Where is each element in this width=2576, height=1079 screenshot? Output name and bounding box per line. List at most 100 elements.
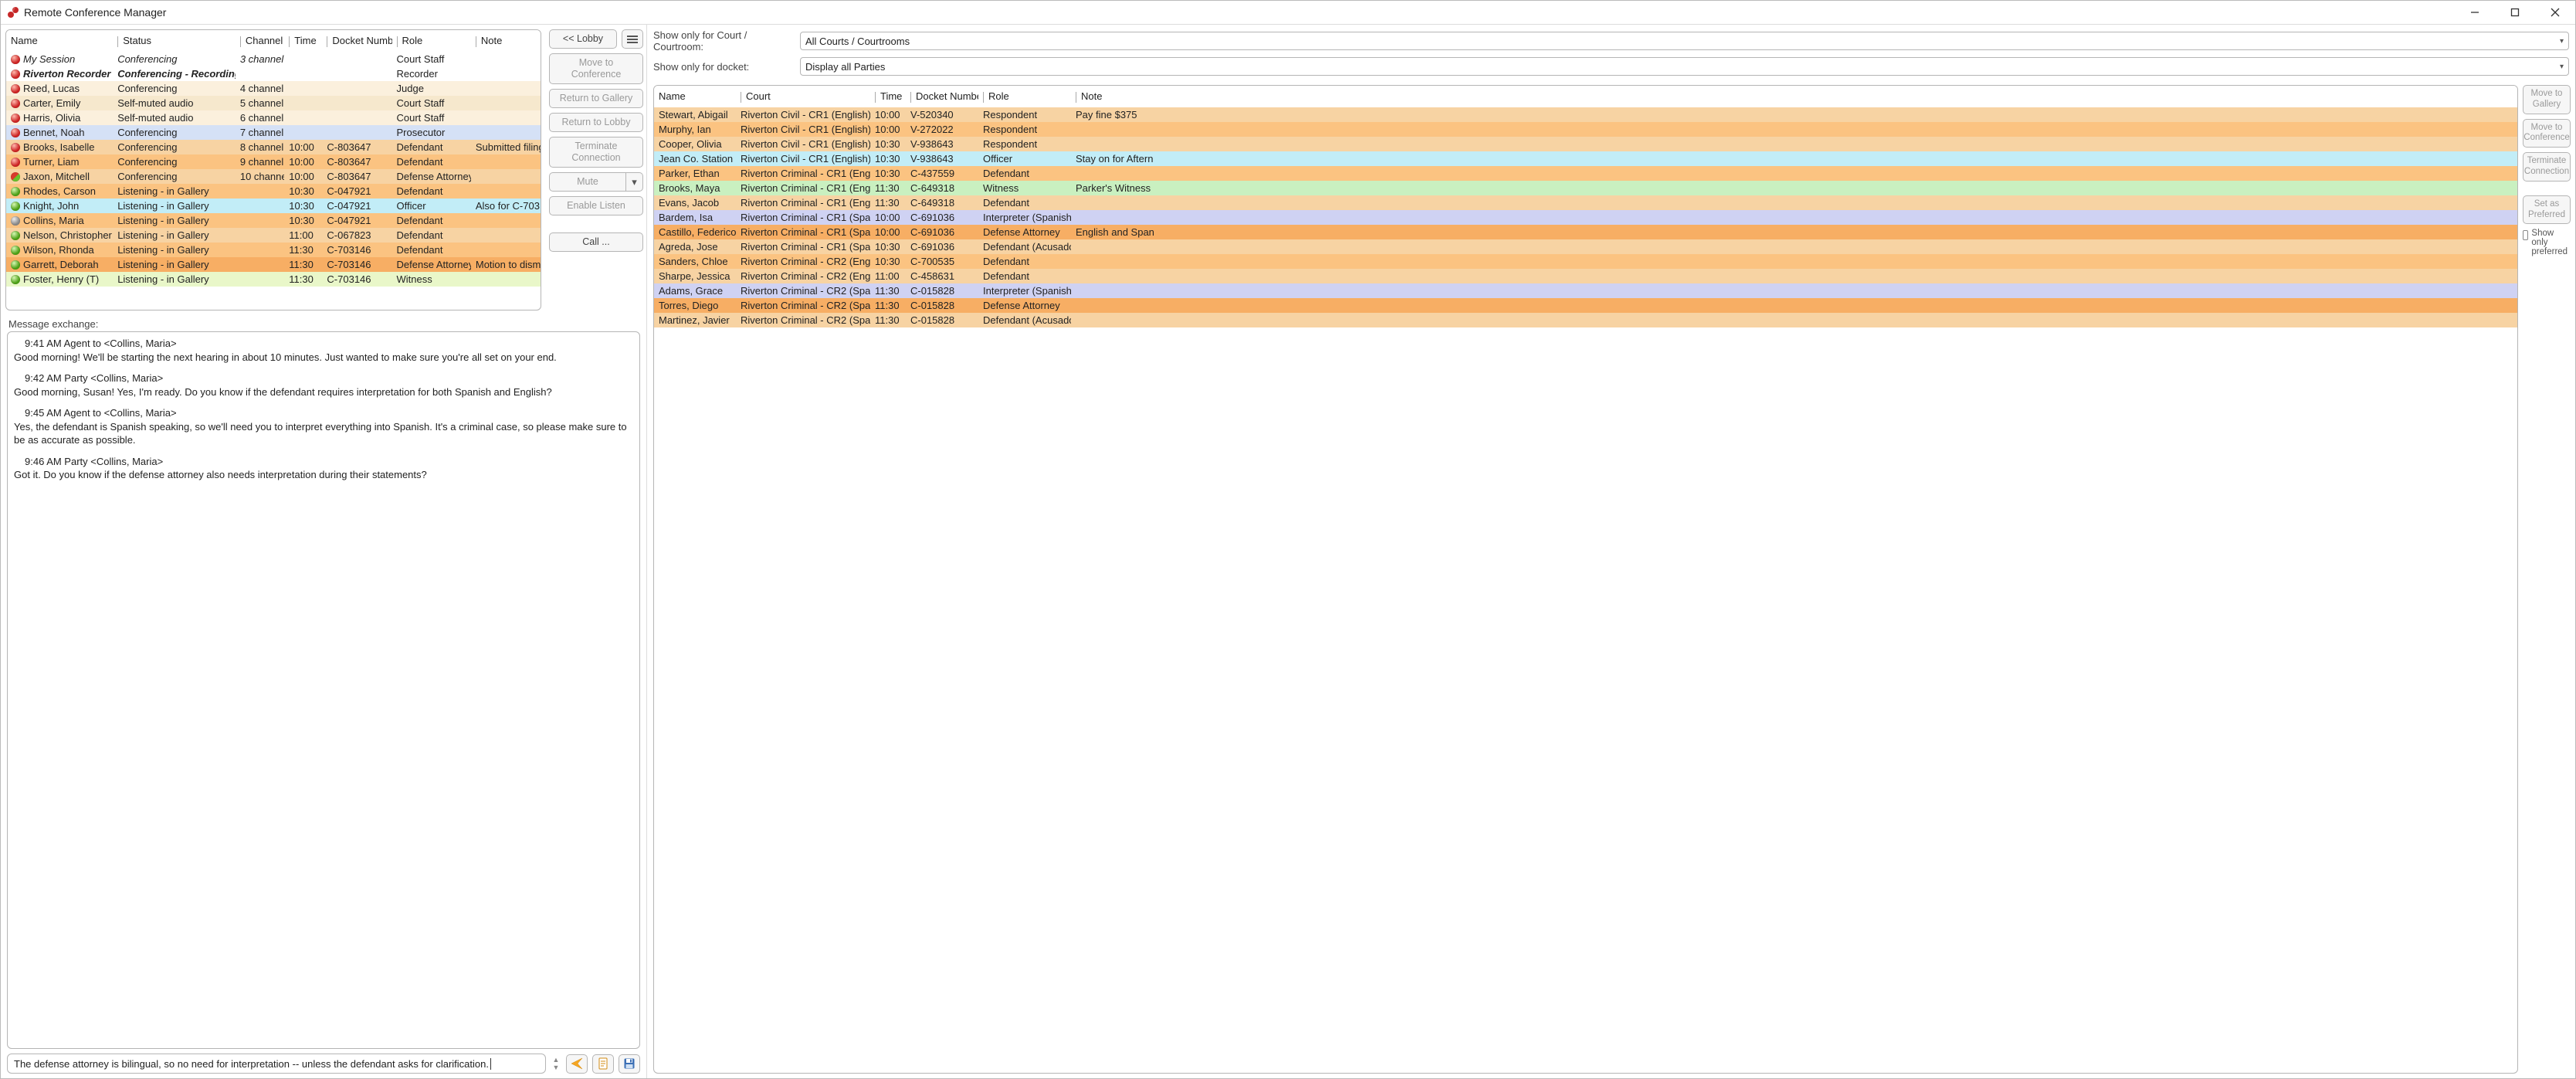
participants-panel: NameStatusChannelTimeDocket NumberRoleNo… — [5, 29, 541, 310]
message-history-stepper[interactable]: ▲ ▼ — [551, 1056, 561, 1071]
table-row[interactable]: Murphy, IanRiverton Civil - CR1 (English… — [654, 122, 2517, 137]
table-row[interactable]: Sharpe, JessicaRiverton Criminal - CR2 (… — [654, 269, 2517, 283]
table-row[interactable]: Jean Co. Station 6Riverton Civil - CR1 (… — [654, 151, 2517, 166]
col-header[interactable]: Court — [736, 86, 870, 107]
table-row[interactable]: Parker, EthanRiverton Criminal - CR1 (En… — [654, 166, 2517, 181]
window-close-button[interactable] — [2541, 4, 2569, 21]
table-row[interactable]: Wilson, RhondaListening - in Gallery11:3… — [6, 243, 541, 257]
mute-split-button[interactable]: Mute ▾ — [549, 172, 643, 192]
status-dot-icon — [11, 143, 20, 152]
table-row[interactable]: Evans, JacobRiverton Criminal - CR1 (Eng… — [654, 195, 2517, 210]
table-row[interactable]: Garrett, DeborahListening - in Gallery11… — [6, 257, 541, 272]
table-row[interactable]: My SessionConferencing3 channelCourt Sta… — [6, 52, 541, 66]
table-row[interactable]: Reed, LucasConferencing4 channelJudge — [6, 81, 541, 96]
col-header[interactable]: Status — [113, 30, 236, 52]
status-dot-icon — [11, 231, 20, 240]
stepper-up-icon[interactable]: ▲ — [551, 1056, 561, 1064]
status-dot-icon — [11, 260, 20, 270]
table-row[interactable]: Knight, JohnListening - in Gallery10:30C… — [6, 198, 541, 213]
table-row[interactable]: Bennet, NoahConferencing7 channelProsecu… — [6, 125, 541, 140]
col-header[interactable]: Note — [471, 30, 541, 52]
table-row[interactable]: Jaxon, MitchellConferencing10 channel10:… — [6, 169, 541, 184]
set-as-preferred-button[interactable]: Set as Preferred — [2523, 195, 2571, 225]
message-draft-text: The defense attorney is bilingual, so no… — [14, 1058, 489, 1070]
show-only-preferred-label: Show only preferred — [2531, 229, 2571, 256]
col-header[interactable]: Name — [6, 30, 113, 52]
table-row[interactable]: Nelson, ChristopherListening - in Galler… — [6, 228, 541, 243]
col-header[interactable]: Time — [284, 30, 322, 52]
col-header[interactable]: Role — [392, 30, 471, 52]
table-row[interactable]: Adams, GraceRiverton Criminal - CR2 (Spa… — [654, 283, 2517, 298]
send-message-button[interactable] — [566, 1054, 588, 1074]
table-row[interactable]: Castillo, FedericoRiverton Criminal - CR… — [654, 225, 2517, 239]
message-template-button[interactable] — [592, 1054, 614, 1074]
participants-table[interactable]: NameStatusChannelTimeDocket NumberRoleNo… — [6, 30, 541, 287]
table-row[interactable]: Harris, OliviaSelf-muted audio6 channelC… — [6, 110, 541, 125]
table-row[interactable]: Stewart, AbigailRiverton Civil - CR1 (En… — [654, 107, 2517, 122]
col-header[interactable]: Note — [1071, 86, 2517, 107]
table-row[interactable]: Sanders, ChloeRiverton Criminal - CR2 (E… — [654, 254, 2517, 269]
table-row[interactable]: Bardem, IsaRiverton Criminal - CR1 (Span… — [654, 210, 2517, 225]
col-header[interactable]: Docket Number — [906, 86, 978, 107]
lobby-button[interactable]: << Lobby — [549, 29, 617, 49]
move-to-conference-button-right[interactable]: Move to Conference — [2523, 119, 2571, 148]
hamburger-menu-button[interactable] — [622, 29, 643, 49]
message-exchange-panel: Message exchange: 9:41 AM Agent to <Coll… — [1, 315, 646, 1078]
table-row[interactable]: Agreda, JoseRiverton Criminal - CR1 (Spa… — [654, 239, 2517, 254]
table-row[interactable]: Foster, Henry (T)Listening - in Gallery1… — [6, 272, 541, 287]
terminate-connection-button-right[interactable]: Terminate Connection — [2523, 152, 2571, 182]
send-icon — [571, 1057, 583, 1070]
message-entry: 9:45 AM Agent to <Collins, Maria>Yes, th… — [14, 406, 633, 447]
table-row[interactable]: Carter, EmilySelf-muted audio5 channelCo… — [6, 96, 541, 110]
window-maximize-button[interactable] — [2501, 4, 2529, 21]
status-dot-icon — [11, 114, 20, 123]
parties-table[interactable]: NameCourtTimeDocket NumberRoleNote Stewa… — [654, 86, 2517, 327]
move-to-gallery-button[interactable]: Move to Gallery — [2523, 85, 2571, 114]
text-cursor — [490, 1058, 491, 1070]
status-dot-icon — [11, 172, 20, 182]
message-entry: 9:42 AM Party <Collins, Maria>Good morni… — [14, 372, 633, 399]
message-save-button[interactable] — [619, 1054, 640, 1074]
table-row[interactable]: Brooks, MayaRiverton Criminal - CR1 (Eng… — [654, 181, 2517, 195]
enable-listen-button[interactable]: Enable Listen — [549, 196, 643, 215]
status-dot-icon — [11, 275, 20, 284]
col-header[interactable]: Channel — [236, 30, 284, 52]
table-row[interactable]: Cooper, OliviaRiverton Civil - CR1 (Engl… — [654, 137, 2517, 151]
window-minimize-button[interactable] — [2461, 4, 2489, 21]
mute-button[interactable]: Mute — [549, 172, 626, 192]
table-row[interactable]: Turner, LiamConferencing9 channel10:00C-… — [6, 154, 541, 169]
participant-actions-panel: << Lobby Move to Conference Return to Ga… — [546, 25, 646, 315]
table-row[interactable]: Riverton Recorder 1Conferencing - Record… — [6, 66, 541, 81]
status-dot-icon — [11, 216, 20, 226]
table-row[interactable]: Collins, MariaListening - in Gallery10:3… — [6, 213, 541, 228]
stepper-down-icon[interactable]: ▼ — [551, 1064, 561, 1071]
table-row[interactable]: Brooks, IsabelleConferencing8 channel10:… — [6, 140, 541, 154]
return-to-lobby-button[interactable]: Return to Lobby — [549, 113, 643, 132]
terminate-connection-button[interactable]: Terminate Connection — [549, 137, 643, 168]
return-to-gallery-button[interactable]: Return to Gallery — [549, 89, 643, 108]
status-dot-icon — [11, 158, 20, 167]
message-input[interactable]: The defense attorney is bilingual, so no… — [7, 1054, 546, 1074]
table-row[interactable]: Martinez, JavierRiverton Criminal - CR2 … — [654, 313, 2517, 327]
call-button[interactable]: Call ... — [549, 232, 643, 252]
show-only-preferred-checkbox[interactable]: Show only preferred — [2523, 229, 2571, 256]
table-row[interactable]: Rhodes, CarsonListening - in Gallery10:3… — [6, 184, 541, 198]
status-dot-icon — [11, 187, 20, 196]
court-filter-value: All Courts / Courtrooms — [805, 36, 910, 47]
docket-filter-combo[interactable]: Display all Parties ▾ — [800, 57, 2569, 76]
court-filter-combo[interactable]: All Courts / Courtrooms ▾ — [800, 32, 2569, 50]
message-exchange-label: Message exchange: — [8, 318, 639, 330]
message-log[interactable]: 9:41 AM Agent to <Collins, Maria>Good mo… — [7, 331, 640, 1049]
move-to-conference-button[interactable]: Move to Conference — [549, 53, 643, 84]
col-header[interactable]: Role — [978, 86, 1071, 107]
status-dot-icon — [11, 99, 20, 108]
col-header[interactable]: Time — [870, 86, 906, 107]
table-row[interactable]: Torres, DiegoRiverton Criminal - CR2 (Sp… — [654, 298, 2517, 313]
col-header[interactable]: Docket Number — [322, 30, 391, 52]
mute-dropdown[interactable]: ▾ — [626, 172, 643, 192]
col-header[interactable]: Name — [654, 86, 736, 107]
message-entry: 9:46 AM Party <Collins, Maria>Got it. Do… — [14, 455, 633, 482]
status-dot-icon — [11, 128, 20, 137]
app-icon — [7, 6, 19, 19]
titlebar: Remote Conference Manager — [1, 1, 2575, 25]
